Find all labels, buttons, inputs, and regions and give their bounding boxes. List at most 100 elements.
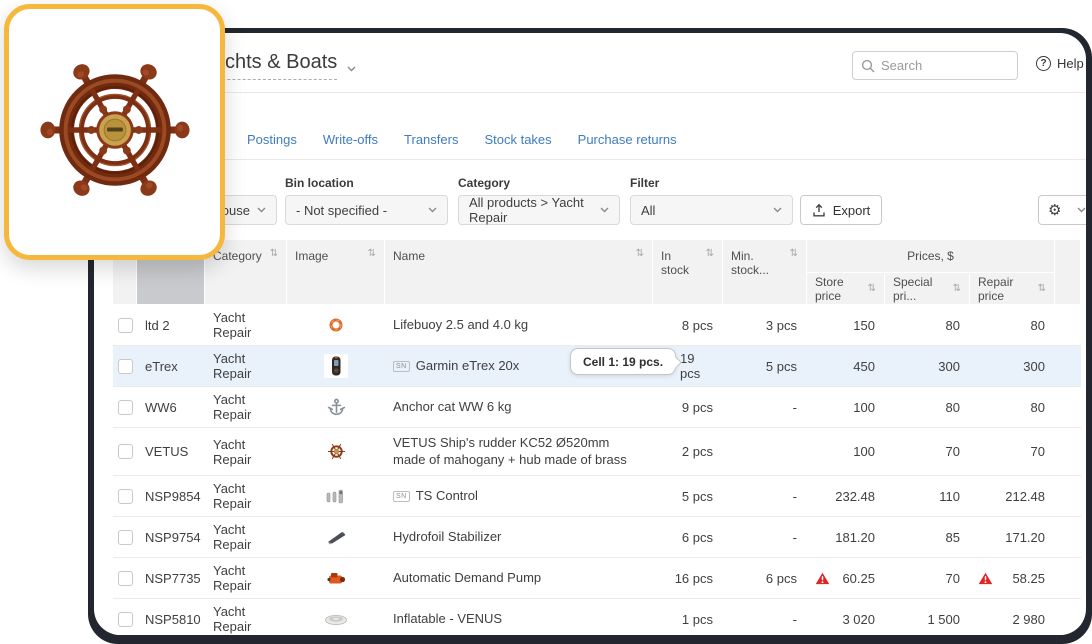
category-select-value: All products > Yacht Repair (469, 195, 595, 225)
column-header-in-stock[interactable]: In stock ⇅ (653, 240, 723, 305)
row-checkbox[interactable] (118, 612, 133, 627)
row-checkbox[interactable] (118, 489, 133, 504)
sn-badge: SN (393, 361, 410, 372)
cell-in-stock: 6 pcs (653, 517, 723, 557)
product-name: TS Control (416, 488, 478, 505)
cell-image (287, 558, 385, 598)
tab-stock-takes[interactable]: Stock takes (484, 132, 551, 147)
product-name: Hydrofoil Stabilizer (393, 529, 501, 546)
cell-store-price: 450 (807, 346, 885, 386)
search-box[interactable] (852, 51, 1018, 80)
cell-store-price: 150 (807, 305, 885, 345)
column-header-repair-price[interactable]: Repair price ⇅ (970, 273, 1055, 305)
help-icon: ? (1036, 56, 1051, 71)
row-checkbox[interactable] (118, 530, 133, 545)
cell-special-price: 300 (885, 346, 970, 386)
help-button[interactable]: ? Help (1036, 56, 1084, 71)
filter-select[interactable]: All (630, 195, 793, 225)
cell-spacer (1055, 558, 1081, 598)
row-checkbox[interactable] (118, 444, 133, 459)
row-checkbox[interactable] (118, 571, 133, 586)
cell-spacer (1055, 346, 1081, 386)
export-button[interactable]: Export (800, 195, 882, 225)
table-row[interactable]: VETUSYacht Repair VETUS Ship's rudder KC5… (113, 428, 1081, 476)
sort-icon[interactable]: ⇅ (270, 249, 278, 259)
cell-in-stock: 9 pcs (653, 387, 723, 427)
category-label: Category (458, 176, 510, 190)
cell-spacer (1055, 599, 1081, 635)
gps-image (324, 354, 348, 378)
cell-name: Anchor cat WW 6 kg (385, 387, 653, 427)
sort-icon[interactable]: ⇅ (868, 284, 876, 294)
column-header-name[interactable]: Name ⇅ (385, 240, 653, 305)
product-name: Anchor cat WW 6 kg (393, 399, 511, 416)
chevron-down-icon (257, 207, 266, 213)
cell-min-stock: 5 pcs (723, 346, 807, 386)
cell-spacer (1055, 428, 1081, 475)
sort-icon[interactable]: ⇅ (953, 284, 961, 294)
cell-code: VETUS (137, 428, 205, 475)
bin-location-select[interactable]: - Not specified - (285, 195, 448, 225)
product-name: Lifebuoy 2.5 and 4.0 kg (393, 317, 528, 334)
table-row[interactable]: NSP7735Yacht RepairAutomatic Demand Pump… (113, 558, 1081, 599)
cell-category: Yacht Repair (205, 305, 287, 345)
row-checkbox[interactable] (118, 359, 133, 374)
cell-name: VETUS Ship's rudder KC52 Ø520mm made of … (385, 428, 653, 475)
product-name: Garmin eTrex 20x (416, 358, 520, 375)
cell-min-stock: - (723, 476, 807, 516)
product-name: Automatic Demand Pump (393, 570, 541, 587)
cell-image (287, 517, 385, 557)
chevron-down-icon (347, 66, 356, 72)
cell-image (287, 387, 385, 427)
row-checkbox[interactable] (118, 400, 133, 415)
sort-icon[interactable]: ⇅ (790, 249, 798, 259)
table-row[interactable]: NSP9754Yacht RepairHydrofoil Stabilizer6… (113, 517, 1081, 558)
table-row[interactable]: ltd 2Yacht RepairLifebuoy 2.5 and 4.0 kg… (113, 305, 1081, 346)
ship-wheel-image (36, 51, 194, 214)
row-checkbox[interactable] (118, 318, 133, 333)
column-header-spacer (1055, 240, 1081, 305)
cell-category: Yacht Repair (205, 346, 287, 386)
cell-code: WW6 (137, 387, 205, 427)
sort-icon[interactable]: ⇅ (368, 249, 376, 259)
column-header-special-price[interactable]: Special pri... ⇅ (885, 273, 970, 305)
cell-min-stock: 6 pcs (723, 558, 807, 598)
cell-image (287, 476, 385, 516)
category-select[interactable]: All products > Yacht Repair (458, 195, 620, 225)
page-title-block[interactable]: Yachts & Boats (202, 51, 356, 80)
filter-select-value: All (641, 203, 773, 218)
sn-badge: SN (393, 491, 410, 502)
tab-postings[interactable]: Postings (247, 132, 297, 147)
sort-icon[interactable]: ⇅ (1038, 284, 1046, 294)
plugs-image (325, 488, 347, 505)
table-row[interactable]: NSP9854Yacht RepairSNTS Control5 pcs-232… (113, 476, 1081, 517)
cell-category: Yacht Repair (205, 476, 287, 516)
tab-transfers[interactable]: Transfers (404, 132, 458, 147)
sort-icon[interactable]: ⇅ (636, 249, 644, 259)
cell-checkbox (113, 428, 137, 475)
cell-repair-price: 80 (970, 305, 1055, 345)
cell-min-stock: - (723, 517, 807, 557)
chevron-down-icon (773, 207, 782, 213)
table-row[interactable]: WW6Yacht RepairAnchor cat WW 6 kg9 pcs-1… (113, 387, 1081, 428)
cell-checkbox (113, 558, 137, 598)
tab-purchase-returns[interactable]: Purchase returns (578, 132, 677, 147)
cell-image (287, 305, 385, 345)
cell-checkbox (113, 476, 137, 516)
cell-name: Inflatable - VENUS (385, 599, 653, 635)
sort-icon[interactable]: ⇅ (706, 249, 714, 259)
cell-repair-price: 212.48 (970, 476, 1055, 516)
inflatable-image (324, 613, 348, 626)
topbar-divider (94, 92, 1086, 93)
column-header-min-stock[interactable]: Min. stock... ⇅ (723, 240, 807, 305)
table-row[interactable]: NSP5810Yacht RepairInflatable - VENUS1 p… (113, 599, 1081, 635)
tab-write-offs[interactable]: Write-offs (323, 132, 378, 147)
search-input[interactable] (881, 58, 991, 73)
column-header-store-price[interactable]: Store price ⇅ (807, 273, 885, 305)
column-header-image[interactable]: Image ⇅ (287, 240, 385, 305)
chevron-down-icon (600, 207, 609, 213)
bin-location-label: Bin location (285, 176, 354, 190)
cell-code: NSP5810 (137, 599, 205, 635)
table-settings-button[interactable]: ⚙ (1038, 195, 1086, 225)
cell-category: Yacht Repair (205, 428, 287, 475)
